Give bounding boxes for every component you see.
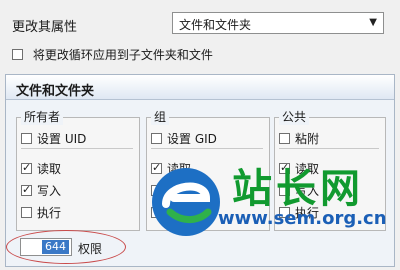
divider [151,148,263,149]
watermark: 站长网 www.sem.org.cn [140,156,387,246]
public-sticky-checkbox[interactable] [279,133,290,144]
section-title: 文件和文件夹 [16,84,95,99]
group-group-title: 组 [151,108,170,125]
owner-execute-label: 执行 [37,206,62,220]
section-header: 文件和文件夹 [6,75,394,100]
owner-write-option[interactable]: 写入 [21,182,61,199]
public-group-title: 公共 [279,108,310,125]
watermark-url: www.sem.org.cn [218,208,387,229]
owner-read-checkbox[interactable] [21,161,32,174]
recursive-apply-label: 将更改循环应用到子文件夹和文件 [32,48,213,62]
watermark-text: 站长网 [232,165,364,212]
owner-read-option[interactable]: 读取 [21,160,61,177]
recursive-apply-checkbox[interactable] [12,49,23,60]
owner-setuid-option[interactable]: 设置 UID [21,130,86,147]
chevron-down-icon[interactable]: ▼ [369,17,377,28]
e-logo-icon [152,168,220,236]
owner-execute-option[interactable]: 执行 [21,204,61,221]
divider [21,148,133,149]
owner-group-title: 所有者 [21,108,64,125]
divider [279,148,379,149]
owner-group: 所有者 设置 UID 读取 写入 执行 [16,108,140,231]
apply-to-select[interactable]: 文件和文件夹 ▼ [172,12,384,34]
recursive-apply-option[interactable]: 将更改循环应用到子文件夹和文件 [12,46,213,63]
group-setgid-option[interactable]: 设置 GID [151,130,217,147]
owner-execute-checkbox[interactable] [21,207,32,218]
owner-write-checkbox[interactable] [21,183,32,196]
owner-read-label: 读取 [37,162,62,176]
change-properties-row: 更改其属性 文件和文件夹 ▼ [12,12,390,36]
owner-setuid-label: 设置 UID [37,132,87,146]
public-sticky-label: 粘附 [295,132,320,146]
change-properties-label: 更改其属性 [12,20,78,35]
group-setgid-label: 设置 GID [167,132,217,146]
permission-label: 权限 [78,242,103,256]
owner-setuid-checkbox[interactable] [21,133,32,144]
group-setgid-checkbox[interactable] [151,133,162,144]
apply-to-select-value: 文件和文件夹 [179,18,252,32]
owner-write-label: 写入 [37,184,62,198]
public-sticky-option[interactable]: 粘附 [279,130,319,147]
permission-value: 644 [42,240,69,254]
permission-input[interactable]: 644 [20,238,72,256]
